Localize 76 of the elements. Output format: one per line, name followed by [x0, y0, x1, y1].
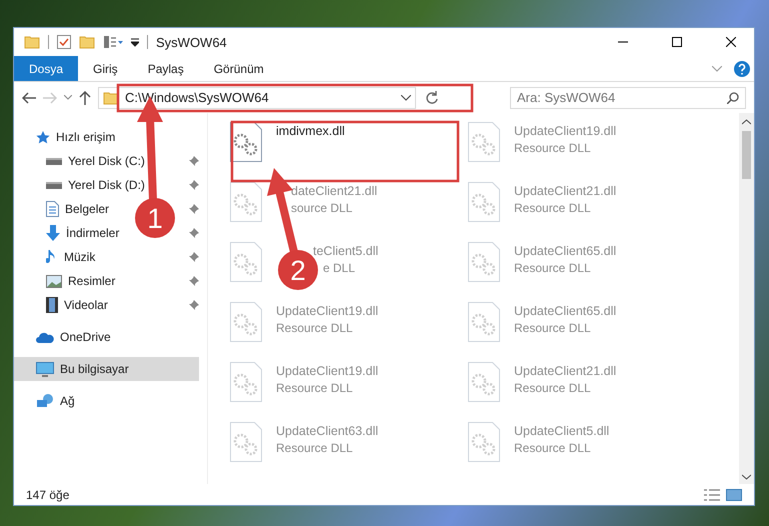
ribbon-tab[interactable]: Paylaş — [132, 56, 199, 81]
ribbon-tab[interactable]: Görünüm — [198, 56, 279, 81]
sidebar-item[interactable]: OneDrive — [14, 325, 199, 349]
back-arrow-icon — [22, 92, 36, 104]
pin-icon[interactable] — [189, 300, 199, 310]
checklist-icon[interactable] — [57, 35, 71, 49]
file-type: e DLL — [323, 261, 356, 275]
search-field[interactable]: Ara: SysWOW64 — [510, 86, 746, 108]
dropdown-icon[interactable] — [131, 37, 139, 47]
document-icon — [46, 201, 59, 217]
sidebar-item[interactable]: Yerel Disk (C:) — [14, 149, 151, 173]
pin-icon[interactable] — [189, 204, 199, 214]
sidebar-item[interactable]: İndirmeler — [14, 221, 126, 245]
pin-icon[interactable] — [189, 156, 199, 166]
window-title: SysWOW64 — [156, 34, 227, 50]
scroll-down-icon[interactable] — [742, 474, 751, 480]
film-strip-icon — [46, 297, 58, 313]
ribbon-tab[interactable]: Dosya — [14, 56, 78, 81]
close-icon — [726, 37, 736, 47]
sidebar-item[interactable]: Resimler — [14, 269, 122, 293]
cloud-icon — [36, 332, 54, 342]
step-badge: 1 — [135, 198, 175, 238]
chevron-down-icon — [64, 95, 72, 100]
file-type: Resource DLL — [276, 381, 353, 395]
star-icon — [36, 130, 50, 144]
up-button[interactable] — [79, 90, 91, 104]
properties-icon[interactable] — [103, 35, 123, 49]
sidebar-item[interactable]: Yerel Disk (D:) — [14, 173, 151, 197]
file-type: source DLL — [291, 201, 352, 215]
pin-icon[interactable] — [189, 252, 199, 262]
network-icon — [36, 393, 54, 409]
back-button[interactable] — [22, 92, 36, 104]
folder-icon — [79, 34, 95, 50]
file-type: Resource DLL — [514, 381, 591, 395]
file-name[interactable]: imdivmex.dll — [276, 124, 345, 138]
file-type: Resource DLL — [514, 261, 591, 275]
pin-icon[interactable] — [189, 228, 199, 238]
minimize-icon — [618, 41, 628, 43]
forward-arrow-icon — [43, 92, 57, 104]
monitor-icon — [36, 362, 54, 376]
search-icon[interactable] — [727, 92, 739, 104]
details-view-icon[interactable] — [704, 488, 720, 500]
chevron-down-icon[interactable] — [401, 94, 411, 100]
folder-icon — [103, 90, 119, 106]
file-type: Resource DLL — [514, 141, 591, 155]
file-type: Resource DLL — [514, 321, 591, 335]
help-icon[interactable] — [734, 60, 750, 76]
sidebar-item[interactable]: Belgeler — [14, 197, 116, 221]
file-type: Resource DLL — [514, 201, 591, 215]
scrollbar[interactable] — [739, 113, 754, 484]
ribbon-tab[interactable]: Giriş — [78, 56, 133, 81]
thumbnail-view-icon[interactable] — [726, 488, 742, 500]
gear-file-icon[interactable] — [230, 122, 262, 162]
refresh-icon — [425, 90, 439, 104]
scroll-up-icon[interactable] — [742, 119, 751, 125]
sidebar-item[interactable]: Videolar — [14, 293, 114, 317]
download-icon — [46, 225, 60, 241]
drive-icon — [46, 156, 62, 166]
maximize-icon — [672, 37, 682, 47]
file-type: Resource DLL — [514, 441, 591, 455]
up-arrow-icon — [79, 90, 91, 104]
file-type: Resource DLL — [276, 441, 353, 455]
sidebar-item[interactable]: Hızlı erişim — [14, 125, 199, 149]
pin-icon[interactable] — [189, 276, 199, 286]
picture-icon — [46, 274, 62, 288]
file-type: Resource DLL — [276, 321, 353, 335]
recent-locations-button[interactable] — [64, 95, 72, 100]
scrollbar-thumb[interactable] — [742, 131, 751, 179]
address-field[interactable]: C:\Windows\SysWOW64 — [98, 86, 416, 108]
drive-icon — [46, 180, 62, 190]
pin-icon[interactable] — [189, 180, 199, 190]
sidebar-item[interactable]: Müzik — [14, 245, 102, 269]
item-count: 147 öğe — [26, 488, 70, 502]
sidebar-item[interactable]: Ağ — [14, 389, 199, 413]
folder-icon — [24, 34, 40, 50]
sidebar-item[interactable]: Bu bilgisayar — [14, 357, 199, 381]
